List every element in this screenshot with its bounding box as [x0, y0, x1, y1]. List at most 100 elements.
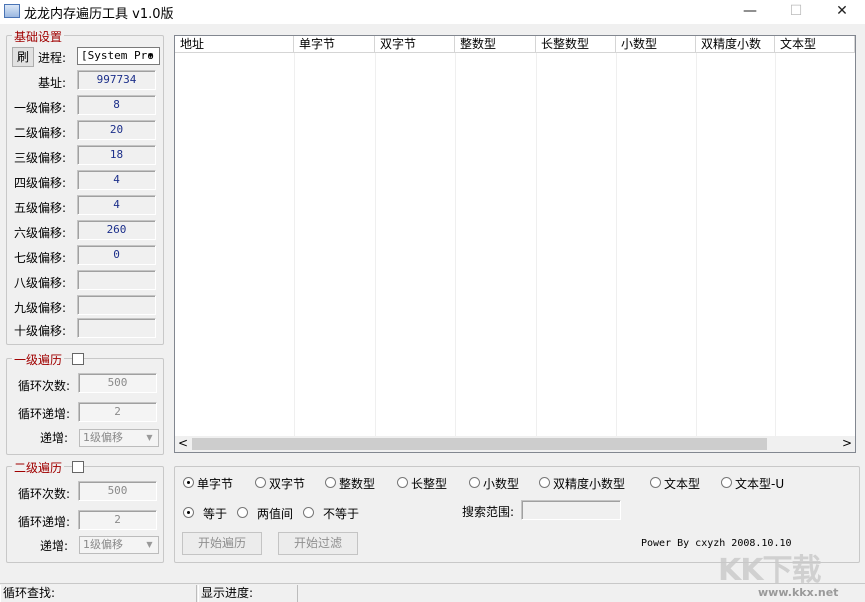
- level1-loop-step-field[interactable]: 2: [78, 402, 157, 422]
- offset-label-7: 七级偏移:: [14, 251, 67, 265]
- app-icon: [4, 4, 20, 18]
- column-header[interactable]: 小数型: [616, 36, 696, 53]
- base-label: 基址:: [38, 76, 67, 90]
- level1-increment-value: 1级偏移: [83, 431, 123, 444]
- type-radio-label[interactable]: 双字节: [269, 475, 305, 492]
- column-header[interactable]: 双精度小数: [696, 36, 775, 53]
- column-grid-line: [536, 53, 537, 436]
- type-radio-label[interactable]: 单字节: [197, 475, 233, 492]
- column-grid-line: [696, 53, 697, 436]
- compare-radio-label[interactable]: 不等于: [323, 505, 359, 522]
- type-radio-label[interactable]: 文本型: [664, 475, 700, 492]
- compare-radio-2[interactable]: [237, 507, 248, 518]
- level2-enable-checkbox[interactable]: [72, 461, 84, 473]
- column-header[interactable]: 单字节: [294, 36, 375, 53]
- horizontal-scrollbar[interactable]: < >: [175, 436, 855, 452]
- offset-label-3: 三级偏移:: [14, 151, 67, 165]
- offset-field-3[interactable]: 18: [77, 145, 156, 165]
- type-radio-7[interactable]: [650, 477, 661, 488]
- type-radio-6[interactable]: [539, 477, 550, 488]
- chevron-down-icon: ▼: [146, 540, 153, 549]
- offset-label-1: 一级偏移:: [14, 101, 67, 115]
- level2-loop-step-field[interactable]: 2: [78, 510, 157, 530]
- type-radio-3[interactable]: [325, 477, 336, 488]
- offset-label-2: 二级偏移:: [14, 126, 67, 140]
- offset-label-8: 八级偏移:: [14, 276, 67, 290]
- offset-field-4[interactable]: 4: [77, 170, 156, 190]
- offset-label-9: 九级偏移:: [14, 301, 67, 315]
- compare-radio-1[interactable]: [183, 507, 194, 518]
- compare-radio-3[interactable]: [303, 507, 314, 518]
- offset-field-9[interactable]: [77, 295, 156, 315]
- offset-label-6: 六级偏移:: [14, 226, 67, 240]
- results-list[interactable]: 地址 单字节 双字节 整数型 长整数型 小数型 双精度小数 文本型 < >: [174, 35, 856, 453]
- level2-loop-count-field[interactable]: 500: [78, 481, 157, 501]
- start-filter-button[interactable]: 开始过滤: [278, 532, 358, 555]
- offset-field-5[interactable]: 4: [77, 195, 156, 215]
- level1-title: 一级遍历: [12, 351, 65, 368]
- column-grid-line: [616, 53, 617, 436]
- offset-label-10: 十级偏移:: [14, 324, 67, 338]
- column-grid-line: [455, 53, 456, 436]
- progress-status: 显示进度:: [198, 585, 298, 602]
- search-range-label: 搜索范围:: [462, 505, 515, 519]
- level1-loop-count-field[interactable]: 500: [78, 373, 157, 393]
- watermark-url: www.kkx.net: [758, 586, 839, 599]
- type-radio-8[interactable]: [721, 477, 732, 488]
- type-radio-label[interactable]: 长整型: [411, 475, 447, 492]
- level2-increment-select[interactable]: 1级偏移 ▼: [79, 536, 159, 554]
- type-radio-1[interactable]: [183, 477, 194, 488]
- offset-label-4: 四级偏移:: [14, 176, 67, 190]
- scroll-thumb[interactable]: [192, 438, 767, 450]
- level1-enable-checkbox[interactable]: [72, 353, 84, 365]
- type-radio-4[interactable]: [397, 477, 408, 488]
- column-header[interactable]: 文本型: [775, 36, 855, 53]
- type-radio-5[interactable]: [469, 477, 480, 488]
- minimize-button[interactable]: —: [727, 0, 773, 24]
- column-header[interactable]: 地址: [175, 36, 294, 53]
- search-range-field[interactable]: [521, 500, 621, 520]
- offset-field-10[interactable]: [77, 318, 156, 338]
- window-title: 龙龙内存遍历工具 v1.0版: [24, 7, 174, 22]
- type-radio-label[interactable]: 文本型-U: [735, 475, 784, 492]
- level1-increment-select[interactable]: 1级偏移 ▼: [79, 429, 159, 447]
- type-radio-label[interactable]: 整数型: [339, 475, 375, 492]
- results-header: 地址 单字节 双字节 整数型 长整数型 小数型 双精度小数 文本型: [175, 36, 855, 53]
- level2-increment-value: 1级偏移: [83, 538, 123, 551]
- process-label: 进程:: [38, 51, 67, 65]
- level2-increment-label: 递增:: [40, 539, 69, 553]
- column-header[interactable]: 整数型: [455, 36, 536, 53]
- offset-field-1[interactable]: 8: [77, 95, 156, 115]
- close-button[interactable]: ✕: [819, 0, 865, 24]
- maximize-button[interactable]: ☐: [773, 0, 819, 24]
- offset-field-7[interactable]: 0: [77, 245, 156, 265]
- offset-field-8[interactable]: [77, 270, 156, 290]
- level1-increment-label: 递增:: [40, 431, 69, 445]
- base-settings-title: 基础设置: [12, 28, 65, 45]
- offset-label-5: 五级偏移:: [14, 201, 67, 215]
- scroll-right-icon[interactable]: >: [842, 436, 852, 451]
- column-grid-line: [775, 53, 776, 436]
- type-radio-label[interactable]: 双精度小数型: [553, 475, 625, 492]
- compare-radio-label[interactable]: 等于: [203, 505, 227, 522]
- compare-radio-label[interactable]: 两值间: [257, 505, 293, 522]
- level1-loop-count-label: 循环次数:: [18, 379, 71, 393]
- process-select[interactable]: [System Pro ▼: [77, 47, 160, 65]
- type-radio-label[interactable]: 小数型: [483, 475, 519, 492]
- column-header[interactable]: 长整数型: [536, 36, 616, 53]
- level2-loop-count-label: 循环次数:: [18, 487, 71, 501]
- refresh-button[interactable]: 刷: [12, 47, 34, 67]
- chevron-down-icon: ▼: [148, 51, 153, 60]
- column-header[interactable]: 双字节: [375, 36, 455, 53]
- level2-title: 二级遍历: [12, 459, 65, 476]
- start-traverse-button[interactable]: 开始遍历: [182, 532, 262, 555]
- chevron-down-icon: ▼: [146, 433, 153, 442]
- base-address-field[interactable]: 997734: [77, 70, 156, 90]
- offset-field-2[interactable]: 20: [77, 120, 156, 140]
- column-grid-line: [375, 53, 376, 436]
- scroll-left-icon[interactable]: <: [178, 436, 188, 451]
- type-radio-2[interactable]: [255, 477, 266, 488]
- loop-search-status: 循环查找:: [0, 585, 197, 602]
- offset-field-6[interactable]: 260: [77, 220, 156, 240]
- level2-loop-step-label: 循环递增:: [18, 515, 71, 529]
